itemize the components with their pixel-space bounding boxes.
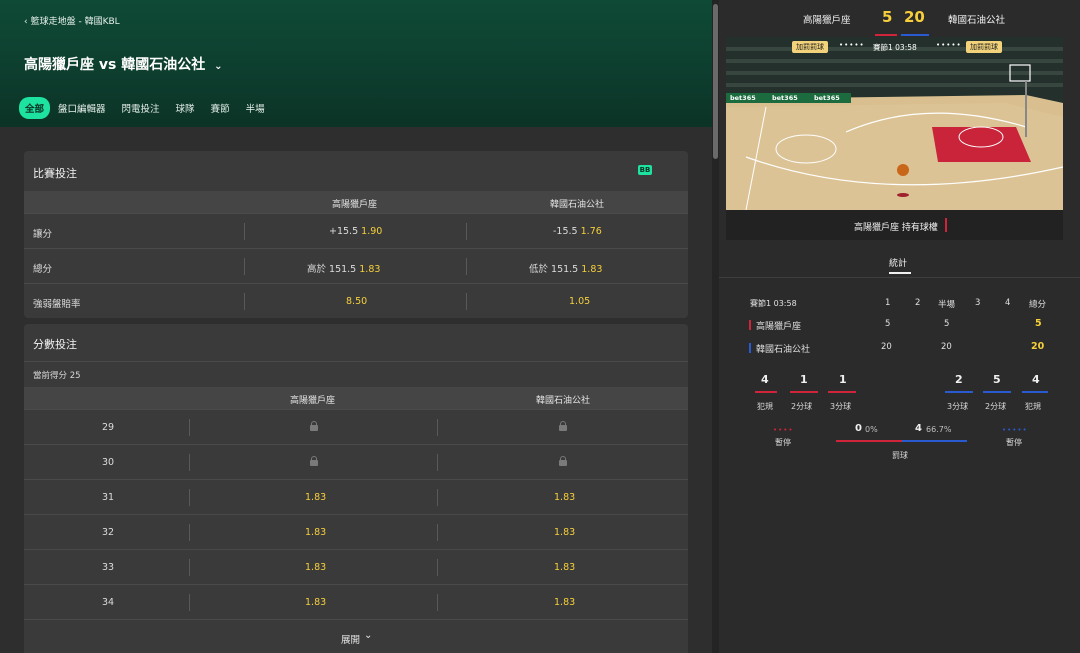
score-team1-odds[interactable]: 1.83 — [305, 597, 326, 608]
bonus-right-badge: 加罰罰球 — [966, 41, 1002, 53]
score-team2-odds[interactable]: 1.83 — [554, 492, 575, 503]
moneyline-team2-odds[interactable]: 1.05 — [569, 296, 590, 307]
chevron-down-icon: ⌄ — [364, 630, 373, 641]
bonus-left-badge: 加罰罰球 — [792, 41, 828, 53]
team2-ft: 4 — [915, 423, 922, 434]
team2-fouls: 4 — [1032, 373, 1040, 386]
team1-name: 高陽獵戶座 — [756, 322, 802, 332]
score-line: 33 — [102, 562, 115, 573]
table-row: 34 1.83 1.83 — [24, 584, 688, 620]
team1-score: 5 — [882, 8, 893, 26]
total-under-odds[interactable]: 低於 151.5 1.83 — [529, 261, 602, 275]
chevron-left-icon: ‹ — [24, 17, 28, 27]
column-header: 高陽獵戶座 韓國石油公社 — [24, 191, 688, 213]
team2-2pt: 5 — [993, 373, 1001, 386]
total-over-odds[interactable]: 高於 151.5 1.83 — [307, 261, 380, 275]
moneyline-team1-odds[interactable]: 8.50 — [346, 296, 367, 307]
score-team2-odds[interactable]: 1.83 — [554, 527, 575, 538]
current-score-label: 當前得分 25 — [33, 371, 81, 381]
team2-header: 韓國石油公社 — [550, 200, 605, 210]
court-graphic — [726, 37, 1063, 210]
possession-bar: 高陽獵戶座 持有球權 — [726, 210, 1063, 240]
table-row: 30 — [24, 444, 688, 480]
period-clock: 賽節1 03:58 — [873, 43, 917, 52]
table-row: 讓分 +15.5 1.90 -15.5 1.76 — [24, 213, 688, 248]
score-line: 29 — [102, 422, 115, 433]
court-ad: bet365 — [772, 94, 798, 102]
betting-panel: ‹ 籃球走地盤 - 韓國KBL 高陽獵戶座 vs 韓國石油公社 ⌄ 全部 盤口編輯… — [0, 0, 712, 653]
timeout-dots-right: ••••• — [936, 41, 962, 49]
timeout-dots-left: ••••• — [839, 41, 865, 49]
lock-icon — [559, 421, 567, 431]
score-team2-odds[interactable]: 1.83 — [554, 562, 575, 573]
tab-bet-builder[interactable]: 盤口編輯器 — [50, 97, 114, 119]
team2-score: 20 — [904, 8, 925, 26]
team1-fouls: 4 — [761, 373, 769, 386]
team1-2pt: 1 — [800, 373, 808, 386]
tab-team[interactable]: 球隊 — [168, 97, 203, 119]
handicap-team2-odds[interactable]: -15.5 1.76 — [553, 226, 602, 237]
lock-icon — [559, 456, 567, 466]
tab-half[interactable]: 半場 — [238, 97, 273, 119]
court-visualization: 加罰罰球 ••••• 賽節1 03:58 ••••• 加罰罰球 bet365 b… — [726, 37, 1063, 210]
column-header: 高陽獵戶座 韓國石油公社 — [24, 387, 688, 409]
team1-header: 高陽獵戶座 — [290, 396, 336, 406]
tab-quarter[interactable]: 賽節 — [203, 97, 238, 119]
page-title[interactable]: 高陽獵戶座 vs 韓國石油公社 ⌄ — [24, 54, 222, 74]
card-title[interactable]: 分數投注 — [33, 336, 77, 352]
handicap-team1-odds[interactable]: +15.5 1.90 — [329, 226, 382, 237]
table-row: 強弱盤賠率 8.50 1.05 — [24, 283, 688, 318]
table-row: 31 1.83 1.83 — [24, 479, 688, 515]
breadcrumb[interactable]: ‹ 籃球走地盤 - 韓國KBL — [24, 14, 120, 27]
expand-button[interactable]: 展開 ⌄ — [24, 619, 688, 653]
score-team1-odds[interactable]: 1.83 — [305, 527, 326, 538]
bet-builder-badge: BB — [638, 165, 652, 175]
team2-header: 韓國石油公社 — [536, 396, 591, 406]
team1-ft: 0 — [855, 423, 862, 434]
table-row: 33 1.83 1.83 — [24, 549, 688, 585]
team1-timeouts-dots: •••• — [773, 426, 794, 434]
score-line: 31 — [102, 492, 115, 503]
tab-stats[interactable]: 統計 — [889, 256, 907, 269]
lock-icon — [310, 456, 318, 466]
team2-name: 韓國石油公社 — [756, 345, 811, 355]
possession-text: 高陽獵戶座 持有球權 — [854, 223, 938, 233]
live-panel: 高陽獵戶座 5 20 韓國石油公社 加罰罰球 ••••• 賽節1 03:58 •… — [719, 0, 1080, 653]
score-team1-odds[interactable]: 1.83 — [305, 492, 326, 503]
score-team2-odds[interactable]: 1.83 — [554, 597, 575, 608]
team1-name: 高陽獵戶座 — [803, 15, 851, 26]
score-team1-odds[interactable]: 1.83 — [305, 562, 326, 573]
team1-3pt: 1 — [839, 373, 847, 386]
scrollbar-thumb[interactable] — [713, 4, 718, 159]
score-betting-card: 分數投注 當前得分 25 高陽獵戶座 韓國石油公社 29 30 31 1.83 1.83… — [24, 324, 688, 653]
team1-header: 高陽獵戶座 — [332, 200, 378, 210]
chevron-down-icon: ⌄ — [214, 61, 223, 72]
table-row: 29 — [24, 409, 688, 445]
lock-icon — [310, 421, 318, 431]
score-line: 34 — [102, 597, 115, 608]
table-row: 總分 高於 151.5 1.83 低於 151.5 1.83 — [24, 248, 688, 283]
court-ad: bet365 — [814, 94, 840, 102]
team2-name: 韓國石油公社 — [948, 15, 1006, 26]
score-line: 32 — [102, 527, 115, 538]
card-title[interactable]: 比賽投注 — [33, 165, 77, 181]
score-line: 30 — [102, 457, 115, 468]
tab-quick-bet[interactable]: 閃電投注 — [114, 97, 168, 119]
page-header: ‹ 籃球走地盤 - 韓國KBL 高陽獵戶座 vs 韓國石油公社 ⌄ 全部 盤口編輯… — [0, 0, 712, 127]
table-row: 32 1.83 1.83 — [24, 514, 688, 550]
court-ad: bet365 — [730, 94, 756, 102]
team2-3pt: 2 — [955, 373, 963, 386]
team2-timeouts-dots: ••••• — [1002, 426, 1028, 434]
market-tabs: 全部 盤口編輯器 閃電投注 球隊 賽節 半場 — [19, 97, 273, 119]
match-betting-card: 比賽投注 BB 高陽獵戶座 韓國石油公社 讓分 +15.5 1.90 -15.5… — [24, 151, 688, 318]
tab-all[interactable]: 全部 — [19, 97, 51, 119]
